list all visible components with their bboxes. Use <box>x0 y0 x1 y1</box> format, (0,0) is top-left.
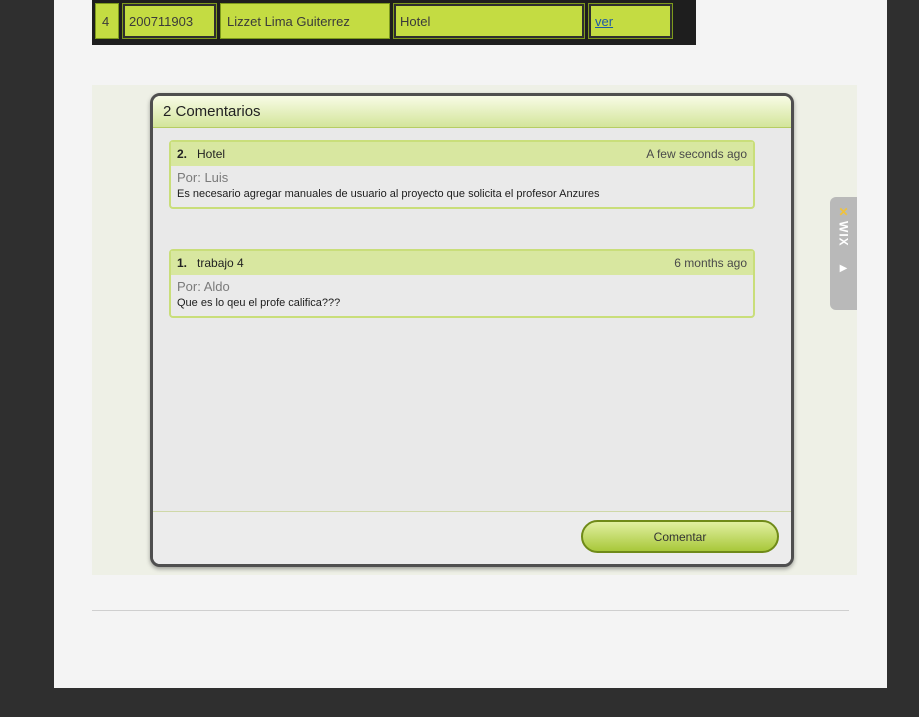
comment-body: Por: Luis Es necesario agregar manuales … <box>171 166 753 207</box>
comment-button[interactable]: Comentar <box>581 520 779 553</box>
comment-text: Es necesario agregar manuales de usuario… <box>177 188 600 200</box>
comments-header: 2 Comentarios <box>153 96 791 128</box>
ver-link[interactable]: ver <box>595 14 613 29</box>
comment-item: 2. Hotel A few seconds ago Por: Luis Es n… <box>169 140 755 209</box>
comment-header: 1. trabajo 4 6 months ago <box>171 251 753 275</box>
row-name-cell: Lizzet Lima Guiterrez <box>220 3 390 39</box>
comment-subject: trabajo 4 <box>197 256 244 270</box>
comment-timestamp: 6 months ago <box>674 256 747 270</box>
row-project-cell: Hotel <box>393 3 585 39</box>
wix-x-icon: ✕ <box>838 205 849 219</box>
comment-text: Que es lo qeu el profe califica??? <box>177 297 341 309</box>
comment-header: 2. Hotel A few seconds ago <box>171 142 753 166</box>
row-id-cell: 200711903 <box>122 3 217 39</box>
comment-item: 1. trabajo 4 6 months ago Por: Aldo Que e… <box>169 249 755 318</box>
comment-timestamp: A few seconds ago <box>646 147 747 161</box>
row-number-cell: 4 <box>95 3 119 39</box>
wix-label: WIX <box>836 221 851 247</box>
comment-title: 2. Hotel <box>177 147 225 161</box>
comment-author: Por: Luis <box>177 170 229 185</box>
comment-subject: Hotel <box>197 147 226 161</box>
comments-count-title: 2 Comentarios <box>163 103 261 120</box>
comment-title: 1. trabajo 4 <box>177 256 244 270</box>
comment-author: Por: Aldo <box>177 279 230 294</box>
table-row: 4 200711903 Lizzet Lima Guiterrez Hotel … <box>92 0 696 45</box>
play-arrow-icon: ▶ <box>839 262 848 274</box>
comments-footer: Comentar <box>153 511 791 564</box>
comments-box: 2 Comentarios 2. Hotel A few seconds ago … <box>150 93 794 567</box>
wix-side-tab[interactable]: ✕ WIX ▶ <box>830 197 857 310</box>
comment-body: Por: Aldo Que es lo qeu el profe calific… <box>171 275 753 316</box>
comment-number: 1. <box>177 256 188 270</box>
comment-number: 2. <box>177 147 188 161</box>
divider <box>92 610 849 611</box>
row-link-cell: ver <box>588 3 673 39</box>
